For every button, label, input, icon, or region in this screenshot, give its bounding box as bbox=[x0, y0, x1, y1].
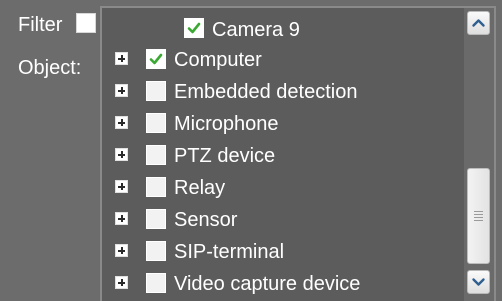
object-tree-list: Camera 9 Computer Embedded detection Mic… bbox=[102, 8, 464, 301]
scrollbar-thumb[interactable] bbox=[467, 168, 490, 264]
plus-box-icon[interactable] bbox=[115, 84, 128, 97]
plus-box-icon[interactable] bbox=[115, 276, 128, 289]
tree-item-label: Video capture device bbox=[174, 273, 361, 295]
filter-checkbox[interactable] bbox=[76, 13, 96, 33]
vertical-scrollbar[interactable] bbox=[464, 8, 494, 301]
computer-checkbox[interactable] bbox=[146, 49, 166, 69]
chevron-down-icon bbox=[472, 278, 485, 286]
tree-item-label: Relay bbox=[174, 177, 226, 199]
grip-line bbox=[474, 214, 483, 215]
video-capture-device-checkbox[interactable] bbox=[146, 273, 166, 293]
microphone-checkbox[interactable] bbox=[146, 113, 166, 133]
plus-box-icon[interactable] bbox=[115, 212, 128, 225]
tree-item-label: PTZ device bbox=[174, 145, 276, 167]
plus-box-icon[interactable] bbox=[115, 180, 128, 193]
tree-item-label: Embedded detection bbox=[174, 81, 358, 103]
tree-item-label: Camera 9 bbox=[212, 19, 300, 41]
object-filter-panel: Filter Object: Camera 9 Computer Embedde… bbox=[0, 0, 502, 301]
chevron-up-icon bbox=[472, 19, 485, 27]
plus-box-icon[interactable] bbox=[115, 52, 128, 65]
checkmark-icon bbox=[187, 22, 201, 34]
object-tree[interactable]: Camera 9 Computer Embedded detection Mic… bbox=[100, 6, 496, 301]
relay-checkbox[interactable] bbox=[146, 177, 166, 197]
filter-label: Filter bbox=[18, 14, 63, 36]
grip-line bbox=[474, 220, 483, 221]
tree-item-label: Sensor bbox=[174, 209, 238, 231]
plus-box-icon[interactable] bbox=[115, 244, 128, 257]
camera-9-checkbox[interactable] bbox=[184, 18, 204, 38]
checkmark-icon bbox=[149, 53, 163, 65]
tree-item-label: SIP-terminal bbox=[174, 241, 285, 263]
sensor-checkbox[interactable] bbox=[146, 209, 166, 229]
tree-item-label: Microphone bbox=[174, 113, 279, 135]
scroll-down-button[interactable] bbox=[467, 270, 490, 294]
plus-box-icon[interactable] bbox=[115, 116, 128, 129]
embedded-detection-checkbox[interactable] bbox=[146, 81, 166, 101]
ptz-device-checkbox[interactable] bbox=[146, 145, 166, 165]
scroll-up-button[interactable] bbox=[467, 11, 490, 35]
sip-terminal-checkbox[interactable] bbox=[146, 241, 166, 261]
tree-item-label: Computer bbox=[174, 49, 262, 71]
plus-box-icon[interactable] bbox=[115, 148, 128, 161]
grip-line bbox=[474, 211, 483, 212]
grip-line bbox=[474, 217, 483, 218]
object-label: Object: bbox=[18, 57, 82, 79]
